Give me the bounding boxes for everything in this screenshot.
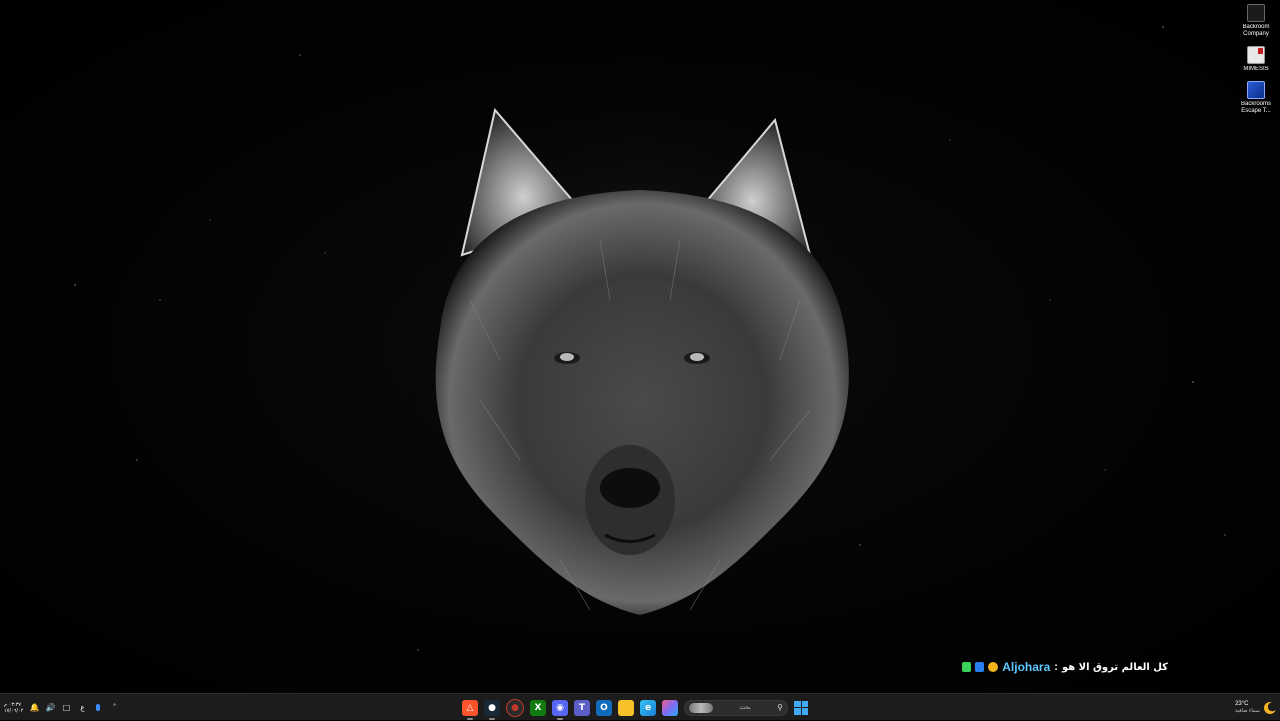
chevron-up-icon[interactable]: ˄ <box>109 703 119 713</box>
edge-icon: e <box>644 702 652 713</box>
exclamation-badge-icon <box>988 662 999 672</box>
weather-text: 23°C سماء صافية <box>1235 701 1260 714</box>
steam-icon: ● <box>488 702 496 713</box>
backrooms-escape-icon <box>1247 81 1265 99</box>
speaker-icon[interactable]: 🔊 <box>45 703 56 713</box>
mimesis-icon <box>1247 46 1265 64</box>
desktop-icon-mimesis[interactable]: MIMESIS <box>1236 46 1276 73</box>
overlay-username: Aljohara <box>1002 660 1051 674</box>
clock-date: ١٧/٠٦/٠٢ <box>4 707 24 714</box>
desktop-icon-backrooms-escape[interactable]: Backrooms Escape T... <box>1236 81 1276 115</box>
desktop-icon-label: Backrooms Escape T... <box>1240 101 1271 114</box>
weather-condition: سماء صافية <box>1235 708 1260 714</box>
search-highlight-icon <box>689 702 714 713</box>
overlay-message: كل العالم تروق الا هو <box>1061 661 1168 673</box>
wolf-wallpaper <box>74 26 1226 651</box>
moon-icon <box>1264 701 1276 714</box>
system-tray: ٠٣:٣٧ م ١٧/٠٦/٠٢ 🔔 🔊 □ ع ˄ <box>4 694 119 721</box>
outlook-icon: O <box>600 702 608 713</box>
taskbar-app-edge[interactable]: e <box>640 699 656 716</box>
red-circle-icon: ● <box>511 702 519 713</box>
discord-icon: ◉ <box>556 702 564 713</box>
notification-icon[interactable]: 🔔 <box>29 703 40 713</box>
search-icon: ⚲ <box>777 703 783 712</box>
weather-temperature: 23°C <box>1235 701 1249 707</box>
taskbar-app-xbox[interactable]: X <box>530 699 546 716</box>
brave-icon: △ <box>466 702 474 713</box>
taskbar: ٠٣:٣٧ م ١٧/٠٦/٠٢ 🔔 🔊 □ ع ˄ △ ● ● X ◉ T O <box>0 693 1280 720</box>
taskbar-clock[interactable]: ٠٣:٣٧ م ١٧/٠٦/٠٢ <box>4 702 23 714</box>
network-icon[interactable]: □ <box>61 703 71 713</box>
desktop-icon-backroom-company[interactable]: Backroom Company <box>1236 4 1276 38</box>
stream-overlay: Aljohara : كل العالم تروق الا هو <box>962 660 1168 674</box>
desktop-icons: Backroom Company MIMESIS Backrooms Escap… <box>1236 4 1276 115</box>
taskbar-app-copilot[interactable] <box>662 699 678 716</box>
arrow-badge-icon <box>975 662 985 672</box>
taskbar-app-brave[interactable]: △ <box>462 699 478 720</box>
taskbar-app-outlook[interactable]: O <box>596 699 612 716</box>
backroom-company-icon <box>1247 4 1265 22</box>
weather-widget[interactable]: 23°C سماء صافية <box>1235 694 1276 721</box>
taskbar-app-discord[interactable]: ◉ <box>552 699 568 720</box>
taskbar-app-steam[interactable]: ● <box>484 699 500 720</box>
taskbar-app-file-explorer[interactable] <box>618 699 634 716</box>
language-indicator[interactable]: ع <box>77 703 87 713</box>
desktop-icon-label: Backroom Company <box>1242 24 1270 37</box>
desktop: Backroom Company MIMESIS Backrooms Escap… <box>0 0 1280 693</box>
taskbar-app-red-circle[interactable]: ● <box>506 698 524 717</box>
microphone-icon[interactable] <box>93 703 103 713</box>
overlay-separator: : <box>1054 661 1058 673</box>
start-button[interactable] <box>794 700 808 715</box>
k-badge-icon <box>962 662 972 672</box>
taskbar-app-teams[interactable]: T <box>574 699 590 716</box>
search-box[interactable]: ⚲ بحث <box>684 699 788 716</box>
xbox-icon: X <box>534 702 542 713</box>
desktop-icon-label: MIMESIS <box>1243 66 1269 72</box>
search-placeholder: بحث <box>739 704 751 711</box>
teams-icon: T <box>578 702 586 713</box>
taskbar-apps: △ ● ● X ◉ T O e ⚲ بحث <box>462 694 808 721</box>
